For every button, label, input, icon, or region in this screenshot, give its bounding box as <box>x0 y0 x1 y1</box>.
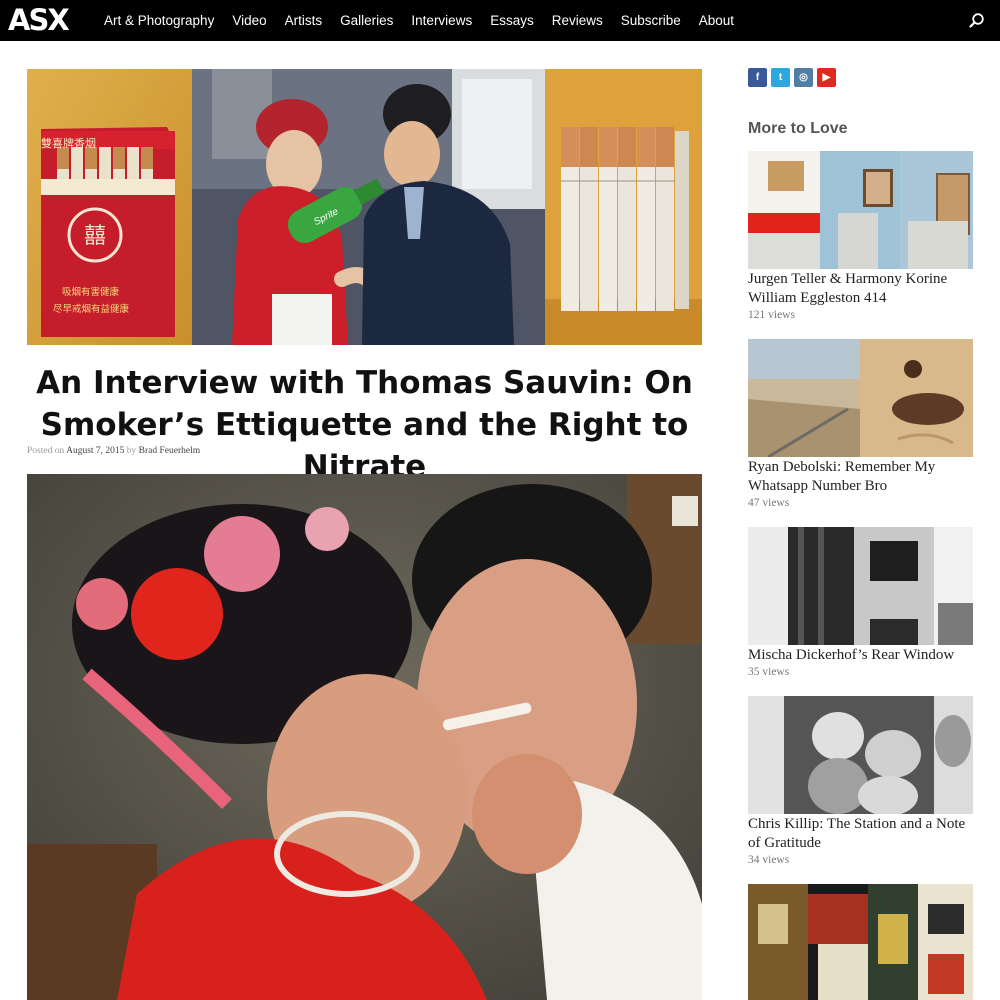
svg-text:囍: 囍 <box>84 224 106 249</box>
article-author[interactable]: Brad Feuerhelm <box>139 446 200 456</box>
nav-item-art-photography[interactable]: Art & Photography <box>104 13 214 28</box>
related-thumb-1[interactable] <box>748 151 973 269</box>
related-thumb-4[interactable] <box>748 696 973 814</box>
posted-on-label: Posted on <box>27 446 65 456</box>
related-title-1[interactable]: Jurgen Teller & Harmony Korine William E… <box>748 270 973 308</box>
related-views-4: 34 views <box>748 854 790 866</box>
related-title-3[interactable]: Mischa Dickerhof’s Rear Window <box>748 646 973 665</box>
hero-image[interactable]: 囍 雙喜牌香烟 吸烟有害健康 尽早戒烟有益健康 Sprite <box>27 69 702 345</box>
youtube-icon[interactable]: ▶ <box>817 68 836 87</box>
related-title-4[interactable]: Chris Killip: The Station and a Note of … <box>748 815 973 853</box>
related-views-3: 35 views <box>748 666 790 678</box>
article-meta: Posted on August 7, 2015 by Brad Feuerhe… <box>27 446 200 456</box>
by-label: by <box>126 446 137 456</box>
hero-pack-label: 雙喜牌香烟 <box>41 136 96 150</box>
hero-warning-2: 尽早戒烟有益健康 <box>53 303 130 315</box>
site-logo[interactable]: ASX <box>8 3 70 37</box>
nav-item-essays[interactable]: Essays <box>490 13 534 28</box>
related-card-5[interactable] <box>748 884 973 1000</box>
related-thumb-3[interactable] <box>748 527 973 645</box>
related-thumb-2[interactable] <box>748 339 973 457</box>
nav-item-galleries[interactable]: Galleries <box>340 13 393 28</box>
article-main-photo <box>27 474 702 1000</box>
related-card-4[interactable]: Chris Killip: The Station and a Note of … <box>748 696 973 866</box>
nav-item-about[interactable]: About <box>699 13 734 28</box>
nav-item-video[interactable]: Video <box>232 13 266 28</box>
search-icon[interactable] <box>969 12 985 28</box>
facebook-icon[interactable]: f <box>748 68 767 87</box>
twitter-icon[interactable]: t <box>771 68 790 87</box>
hero-couple-photo: Sprite <box>192 69 545 345</box>
more-to-love-heading: More to Love <box>748 120 848 137</box>
nav-item-subscribe[interactable]: Subscribe <box>621 13 681 28</box>
nav-item-artists[interactable]: Artists <box>285 13 323 28</box>
top-navigation-bar: ASX Art & Photography Video Artists Gall… <box>0 0 1000 41</box>
main-nav: Art & Photography Video Artists Gallerie… <box>104 0 752 41</box>
hero-cigarette-pack-panel: 囍 雙喜牌香烟 吸烟有害健康 尽早戒烟有益健康 <box>27 69 192 345</box>
related-card-1[interactable]: Jurgen Teller & Harmony Korine William E… <box>748 151 973 321</box>
social-links: f t ◎ ▶ <box>748 68 836 87</box>
hero-cigarettes-panel <box>545 69 702 345</box>
nav-item-interviews[interactable]: Interviews <box>411 13 472 28</box>
article-date[interactable]: August 7, 2015 <box>66 446 124 456</box>
related-card-2[interactable]: Ryan Debolski: Remember My Whatsapp Numb… <box>748 339 973 509</box>
instagram-icon[interactable]: ◎ <box>794 68 813 87</box>
article-title: An Interview with Thomas Sauvin: On Smok… <box>36 365 693 485</box>
related-thumb-5[interactable] <box>748 884 973 1000</box>
related-title-2[interactable]: Ryan Debolski: Remember My Whatsapp Numb… <box>748 458 973 496</box>
related-card-3[interactable]: Mischa Dickerhof’s Rear Window 35 views <box>748 527 973 678</box>
related-views-2: 47 views <box>748 497 790 509</box>
related-views-1: 121 views <box>748 309 795 321</box>
nav-item-reviews[interactable]: Reviews <box>552 13 603 28</box>
hero-warning-1: 吸烟有害健康 <box>62 286 120 298</box>
